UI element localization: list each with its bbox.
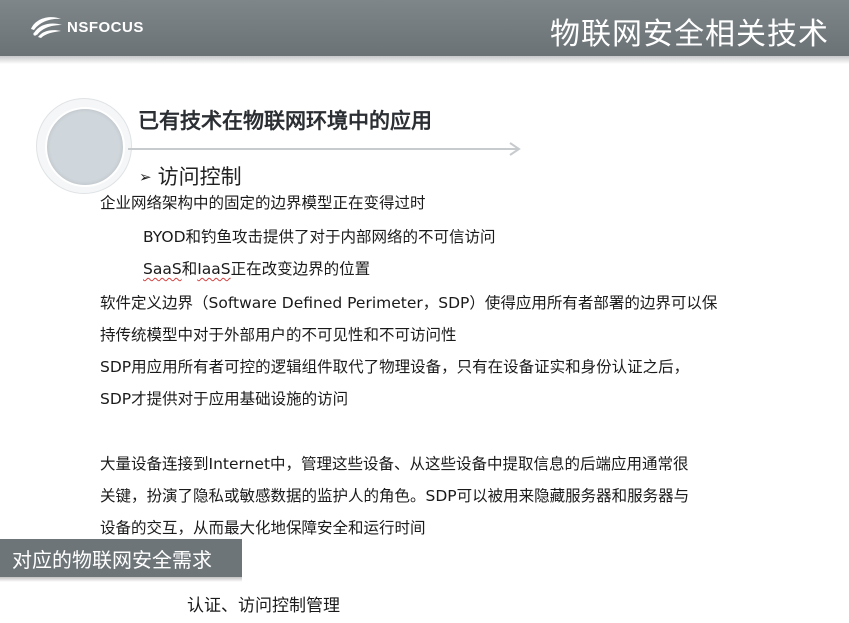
decorative-circle-inner — [45, 107, 125, 187]
body-line-2: BYOD和钓鱼攻击提供了对于内部网络的不可信访问 — [143, 228, 496, 246]
body-line-3: SaaS和IaaS正在改变边界的位置 — [143, 257, 370, 279]
arrow-line-icon — [128, 142, 521, 156]
body-line-7: SDP才提供对于应用基础设施的访问 — [100, 390, 349, 408]
body-line-3-and: 和 — [181, 260, 198, 278]
decorative-circle — [36, 98, 132, 194]
body-line-5: 持传统模型中对于外部用户的不可见性和不可访问性 — [100, 326, 457, 344]
requirements-item: 认证、访问控制管理 — [187, 596, 340, 616]
section-heading: 已有技术在物联网环境中的应用 — [138, 109, 432, 133]
bullet-label: 访问控制 — [157, 165, 242, 189]
banner-shadow — [0, 577, 242, 582]
body-line-6: SDP用应用所有者可控的逻辑组件取代了物理设备，只有在设备证实和身份认证之后， — [100, 358, 690, 376]
body-line-10: 设备的交互，从而最大化地保障安全和运行时间 — [100, 519, 426, 537]
body-line-4: 软件定义边界（Software Defined Perimeter，SDP）使得… — [100, 294, 718, 312]
body-line-1: 企业网络架构中的固定的边界模型正在变得过时 — [100, 194, 426, 212]
body-line-9: 关键，扮演了隐私或敏感数据的监护人的角色。SDP可以被用来隐藏服务器和服务器与 — [100, 487, 690, 505]
logo-text: NSFOCUS — [67, 18, 144, 36]
page-title: 物联网安全相关技术 — [550, 17, 829, 52]
header-bar: NSFOCUS 物联网安全相关技术 — [0, 0, 849, 56]
body-line-8: 大量设备连接到Internet中，管理这些设备、从这些设备中提取信息的后端应用通… — [100, 455, 689, 473]
globe-swoosh-icon — [31, 17, 62, 38]
iaas-term: IaaS — [197, 260, 231, 278]
body-line-3-rest: 正在改变边界的位置 — [230, 260, 371, 278]
nsfocus-logo: NSFOCUS — [28, 13, 144, 41]
saas-term: SaaS — [143, 260, 182, 278]
header-shadow — [0, 56, 849, 64]
bullet-access-control: ➢ 访问控制 — [139, 161, 242, 191]
bullet-arrow-icon: ➢ — [139, 168, 152, 186]
requirements-banner: 对应的物联网安全需求 — [0, 539, 242, 577]
